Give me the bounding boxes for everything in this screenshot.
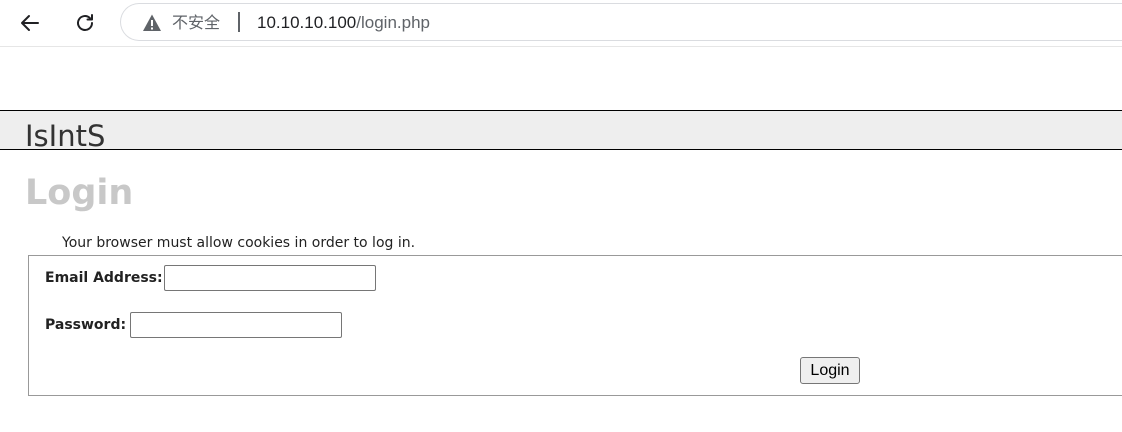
warning-triangle-icon[interactable]: [142, 13, 162, 33]
address-bar[interactable]: 不安全 10.10.10.100/login.php: [120, 3, 1122, 41]
url-host: 10.10.10.100: [257, 13, 357, 32]
site-header: IsIntS: [0, 110, 1122, 150]
password-field[interactable]: [130, 312, 342, 338]
page-title: Login: [25, 173, 134, 213]
url-text[interactable]: 10.10.10.100/login.php: [257, 13, 430, 33]
email-label: Email Address:: [45, 270, 163, 286]
reload-icon: [77, 14, 93, 31]
security-status-label[interactable]: 不安全: [172, 13, 220, 33]
page-content: IsIntS Login Your browser must allow coo…: [0, 46, 1122, 432]
site-title: IsIntS: [25, 119, 106, 150]
email-field[interactable]: [164, 265, 376, 291]
reload-button[interactable]: [70, 8, 100, 38]
url-separator: [238, 12, 240, 32]
arrow-left-icon: [21, 15, 39, 31]
back-button[interactable]: [15, 8, 45, 38]
browser-toolbar: 不安全 10.10.10.100/login.php: [0, 0, 1122, 46]
login-form: Email Address: Password: Login: [28, 255, 1122, 396]
login-button[interactable]: Login: [800, 357, 860, 384]
url-path: /login.php: [356, 13, 430, 32]
content-divider: [0, 46, 1122, 47]
cookie-notice: Your browser must allow cookies in order…: [62, 235, 416, 251]
password-label: Password:: [45, 317, 127, 333]
